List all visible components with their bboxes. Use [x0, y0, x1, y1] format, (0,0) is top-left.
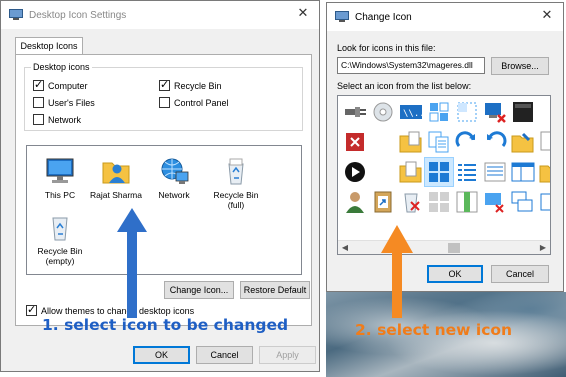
list-item-label: Network [158, 190, 190, 200]
select-icon-label: Select an icon from the list below: [337, 81, 472, 91]
columns-green-icon[interactable] [453, 188, 481, 216]
checkbox-users-files[interactable]: User's Files [33, 97, 95, 108]
details-view-icon[interactable] [481, 158, 509, 186]
browse-button[interactable]: Browse... [491, 57, 549, 75]
window-tiles-icon[interactable] [425, 98, 453, 126]
title-bar[interactable]: Change Icon ✕ [327, 3, 563, 31]
selected-grid-view-icon[interactable] [424, 157, 454, 187]
list-item-user-folder[interactable]: Rajat Sharma [85, 156, 147, 200]
restore-default-button[interactable]: Restore Default [240, 281, 310, 299]
checkbox-allow-themes[interactable]: Allow themes to change desktop icons [26, 303, 195, 316]
list-view-icon[interactable] [453, 158, 481, 186]
checkbox-box[interactable] [159, 78, 170, 91]
checkbox-box[interactable] [159, 97, 170, 108]
checkbox-label: Network [48, 114, 82, 125]
look-for-label: Look for icons in this file: [337, 43, 436, 53]
change-icon-window: Change Icon ✕ Look for icons in this fil… [326, 2, 564, 292]
desktop-icons-group: Desktop icons Computer Recycle Bin User'… [24, 62, 303, 131]
copy-pages-icon[interactable] [425, 128, 453, 156]
list-item-label: Recycle Bin (full) [213, 190, 259, 210]
user-folder-icon [102, 162, 130, 184]
network-path-icon[interactable]: \\.. [397, 98, 425, 126]
checkbox-label: Recycle Bin [174, 80, 222, 91]
checkbox-label: Computer [48, 80, 88, 91]
tab-panel: Desktop icons Computer Recycle Bin User'… [15, 54, 312, 326]
checkbox-label: User's Files [48, 97, 95, 108]
checkbox-box[interactable] [33, 114, 44, 125]
window-title: Desktop Icon Settings [29, 10, 127, 21]
list-item-label: Recycle Bin (empty) [37, 246, 83, 266]
file-path-input[interactable]: C:\Windows\System32\mageres.dll [337, 57, 485, 74]
error-x-icon[interactable] [341, 128, 369, 156]
close-icon[interactable]: ✕ [539, 8, 555, 24]
folder-small-icon[interactable] [537, 158, 551, 186]
folder-doc-open-icon[interactable] [397, 158, 425, 186]
plug-icon[interactable] [341, 98, 369, 126]
grid-view-icon [429, 162, 449, 182]
checkbox-box[interactable] [33, 78, 44, 91]
scroll-right-icon[interactable]: ▶ [538, 243, 548, 253]
annotation-right: 2. select new icon [355, 321, 513, 339]
ok-button[interactable]: OK [427, 265, 483, 283]
window-title: Change Icon [355, 12, 412, 23]
scrollbar-thumb[interactable] [448, 243, 460, 253]
undo-arrow-icon[interactable] [481, 128, 509, 156]
svg-text:\\..: \\.. [403, 109, 425, 119]
recycle-bin-x-icon[interactable] [397, 188, 425, 216]
cd-drive-icon[interactable] [369, 98, 397, 126]
desktop-icon-list[interactable]: This PC Rajat Sharma Network Recycle Bin… [26, 145, 302, 275]
window-panes-icon[interactable] [509, 158, 537, 186]
list-item-label: Rajat Sharma [90, 190, 142, 200]
window-small-icon[interactable] [537, 188, 551, 216]
list-item-recycle-bin-empty[interactable]: Recycle Bin (empty) [29, 212, 91, 266]
network-disconnect-icon[interactable] [481, 98, 509, 126]
tab-desktop-icons[interactable]: Desktop Icons [15, 37, 83, 55]
list-item-label: This PC [44, 190, 76, 200]
icon-grid[interactable]: \\.. ◀ ▶ [337, 95, 551, 255]
change-icon-title-icon [335, 11, 349, 22]
network-settings-icon[interactable] [481, 188, 509, 216]
checkbox-recycle-bin[interactable]: Recycle Bin [159, 78, 222, 91]
checkbox-box[interactable] [33, 97, 44, 108]
change-icon-button[interactable]: Change Icon... [164, 281, 234, 299]
horizontal-scrollbar[interactable]: ◀ ▶ [338, 240, 550, 254]
cascade-windows-icon[interactable] [509, 188, 537, 216]
apply-button[interactable]: Apply [259, 346, 316, 364]
clipboard-shortcut-icon[interactable] [369, 188, 397, 216]
checkbox-box[interactable] [26, 303, 37, 316]
folder-pin-icon[interactable] [509, 128, 537, 156]
annotation-left: 1. select icon to be changed [42, 316, 289, 334]
list-item-this-pc[interactable]: This PC [29, 156, 91, 200]
cancel-button[interactable]: Cancel [196, 346, 253, 364]
grid-gray-icon[interactable] [425, 188, 453, 216]
scroll-left-icon[interactable]: ◀ [340, 243, 350, 253]
ok-button[interactable]: OK [133, 346, 190, 364]
user-icon[interactable] [341, 188, 369, 216]
close-icon[interactable]: ✕ [295, 6, 311, 22]
desktop-settings-icon [9, 9, 23, 20]
checkbox-control-panel[interactable]: Control Panel [159, 97, 229, 108]
recycle-bin-full-icon [228, 158, 244, 185]
title-bar[interactable]: Desktop Icon Settings ✕ [1, 1, 319, 29]
document-cut-icon[interactable] [537, 128, 551, 156]
dark-window-icon[interactable] [509, 98, 537, 126]
group-title: Desktop icons [31, 62, 92, 72]
list-item-network[interactable]: Network [143, 156, 205, 200]
checkbox-label: Allow themes to change desktop icons [41, 305, 195, 316]
network-icon [161, 158, 189, 184]
this-pc-icon [46, 158, 74, 183]
folder-doc-icon[interactable] [397, 128, 425, 156]
checkbox-computer[interactable]: Computer [33, 78, 88, 91]
list-item-recycle-bin-full[interactable]: Recycle Bin (full) [205, 156, 267, 210]
redo-arrow-icon[interactable] [453, 128, 481, 156]
dashed-selection-icon[interactable] [453, 98, 481, 126]
recycle-bin-empty-icon [52, 217, 68, 241]
cancel-button[interactable]: Cancel [491, 265, 549, 283]
checkbox-label: Control Panel [174, 97, 229, 108]
checkbox-network[interactable]: Network [33, 114, 81, 125]
play-circle-icon[interactable] [341, 158, 369, 186]
